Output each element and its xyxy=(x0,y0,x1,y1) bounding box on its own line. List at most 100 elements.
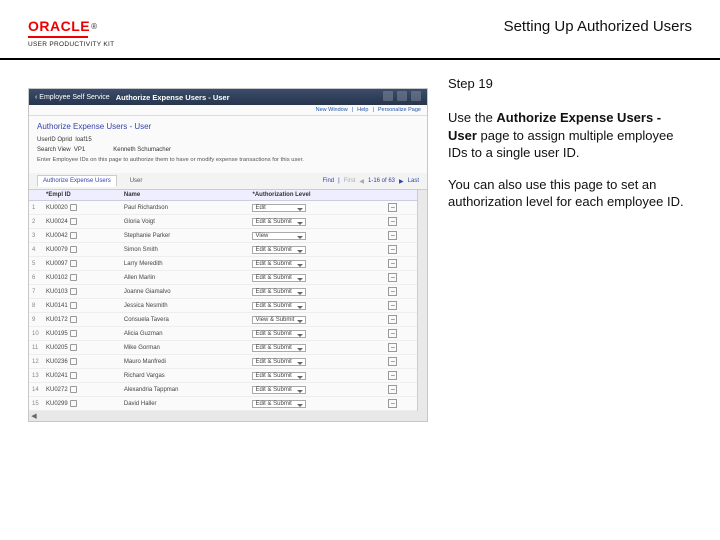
pager-first[interactable]: First xyxy=(344,178,356,184)
auth-level-select[interactable]: View & Submit xyxy=(252,316,306,324)
brand-text: ORACLE xyxy=(28,18,90,34)
lookup-icon[interactable] xyxy=(70,302,77,309)
instruction-p1: Use the Authorize Expense Users - User p… xyxy=(448,109,692,162)
lookup-icon[interactable] xyxy=(70,372,77,379)
lookup-icon[interactable] xyxy=(70,288,77,295)
table-row: 7KU0103Joanne GiamalvoEdit & Submit− xyxy=(29,285,417,299)
auth-users-table: *Empl ID Name *Authorization Level 1KU00… xyxy=(29,190,417,411)
page-title: Setting Up Authorized Users xyxy=(504,18,692,35)
userid-label: UserID Oprid xyxy=(37,137,72,143)
home-icon[interactable] xyxy=(383,91,393,101)
lookup-icon[interactable] xyxy=(70,344,77,351)
delete-row-button[interactable]: − xyxy=(388,245,397,254)
instruction-panel: Step 19 Use the Authorize Expense Users … xyxy=(448,64,692,422)
grid-tabs: Authorize Expense Users User Find | Firs… xyxy=(29,173,427,190)
auth-level-select[interactable]: View xyxy=(252,232,306,240)
auth-level-select[interactable]: Edit & Submit xyxy=(252,246,306,254)
lookup-icon[interactable] xyxy=(70,260,77,267)
find-link[interactable]: Find xyxy=(322,178,334,184)
pager-last[interactable]: Last xyxy=(408,178,419,184)
pager-next-icon[interactable]: ▶ xyxy=(399,178,404,185)
table-row: 13KU0241Richard VargasEdit & Submit− xyxy=(29,369,417,383)
auth-level-select[interactable]: Edit & Submit xyxy=(252,386,306,394)
lookup-icon[interactable] xyxy=(70,316,77,323)
col-level[interactable]: *Authorization Level xyxy=(249,190,385,201)
searchview-label: Search View xyxy=(37,147,71,153)
lookup-icon[interactable] xyxy=(70,232,77,239)
lookup-icon[interactable] xyxy=(70,218,77,225)
app-titlebar: ‹ Employee Self Service Authorize Expens… xyxy=(29,89,427,105)
screen-title: Authorize Expense Users - User xyxy=(116,93,373,102)
brand-subtitle: USER PRODUCTIVITY KIT xyxy=(28,41,114,48)
instruction-p2: You can also use this page to set an aut… xyxy=(448,176,692,211)
lookup-icon[interactable] xyxy=(70,246,77,253)
auth-level-select[interactable]: Edit xyxy=(252,204,306,212)
delete-row-button[interactable]: − xyxy=(388,315,397,324)
lookup-icon[interactable] xyxy=(70,386,77,393)
table-row: 1KU0020Paul RichardsonEdit− xyxy=(29,201,417,215)
back-breadcrumb[interactable]: ‹ Employee Self Service xyxy=(35,94,110,101)
table-row: 3KU0042Stephanie ParkerView− xyxy=(29,229,417,243)
titlebar-icons xyxy=(379,91,421,103)
delete-row-button[interactable]: − xyxy=(388,385,397,394)
col-emplid[interactable]: *Empl ID xyxy=(43,190,121,201)
registered-mark: ® xyxy=(91,22,97,31)
table-row: 15KU0299David HallerEdit & Submit− xyxy=(29,397,417,411)
app-screenshot: ‹ Employee Self Service Authorize Expens… xyxy=(28,88,428,422)
auth-level-select[interactable]: Edit & Submit xyxy=(252,218,306,226)
brand-underline xyxy=(28,36,88,38)
table-row: 8KU0141Jessica NesmithEdit & Submit− xyxy=(29,299,417,313)
notifications-icon[interactable] xyxy=(411,91,421,101)
auth-level-select[interactable]: Edit & Submit xyxy=(252,274,306,282)
table-row: 4KU0079Simon SmithEdit & Submit− xyxy=(29,243,417,257)
delete-row-button[interactable]: − xyxy=(388,287,397,296)
auth-level-select[interactable]: Edit & Submit xyxy=(252,358,306,366)
pager-prev-icon[interactable]: ◀ xyxy=(359,178,364,185)
delete-row-button[interactable]: − xyxy=(388,259,397,268)
util-links: New Window| Help| Personalize Page xyxy=(29,105,427,116)
delete-row-button[interactable]: − xyxy=(388,329,397,338)
delete-row-button[interactable]: − xyxy=(388,357,397,366)
pager-range: 1-16 of 63 xyxy=(368,178,395,184)
page-heading: Authorize Expense Users - User xyxy=(37,122,419,131)
tab-user[interactable]: User xyxy=(125,176,148,186)
lookup-icon[interactable] xyxy=(70,400,77,407)
table-row: 10KU0195Alicia GuzmanEdit & Submit− xyxy=(29,327,417,341)
table-row: 11KU0205Mike GormanEdit & Submit− xyxy=(29,341,417,355)
table-row: 5KU0097Larry MeredithEdit & Submit− xyxy=(29,257,417,271)
lookup-icon[interactable] xyxy=(70,358,77,365)
auth-level-select[interactable]: Edit & Submit xyxy=(252,400,306,408)
delete-row-button[interactable]: − xyxy=(388,371,397,380)
delete-row-button[interactable]: − xyxy=(388,217,397,226)
new-window-link[interactable]: New Window xyxy=(316,107,348,113)
auth-level-select[interactable]: Edit & Submit xyxy=(252,288,306,296)
brand-logo: ORACLE® USER PRODUCTIVITY KIT xyxy=(28,18,114,48)
help-link[interactable]: Help xyxy=(357,107,368,113)
userid-value: loaf15 xyxy=(75,137,91,143)
header-divider xyxy=(0,58,720,60)
table-row: 9KU0172Consuela TaveraView & Submit− xyxy=(29,313,417,327)
auth-level-select[interactable]: Edit & Submit xyxy=(252,344,306,352)
auth-level-select[interactable]: Edit & Submit xyxy=(252,330,306,338)
delete-row-button[interactable]: − xyxy=(388,399,397,408)
nav-icon[interactable] xyxy=(397,91,407,101)
table-row: 14KU0272Alexandria TappmanEdit & Submit− xyxy=(29,383,417,397)
delete-row-button[interactable]: − xyxy=(388,301,397,310)
step-label: Step 19 xyxy=(448,76,692,91)
personalize-link[interactable]: Personalize Page xyxy=(378,107,421,113)
tab-authorize[interactable]: Authorize Expense Users xyxy=(37,175,117,187)
lookup-icon[interactable] xyxy=(70,204,77,211)
auth-level-select[interactable]: Edit & Submit xyxy=(252,372,306,380)
horizontal-scrollbar[interactable]: ◀ xyxy=(29,411,427,421)
delete-row-button[interactable]: − xyxy=(388,273,397,282)
delete-row-button[interactable]: − xyxy=(388,203,397,212)
table-row: 12KU0236Mauro ManfrediEdit & Submit− xyxy=(29,355,417,369)
auth-level-select[interactable]: Edit & Submit xyxy=(252,260,306,268)
lookup-icon[interactable] xyxy=(70,330,77,337)
vertical-scrollbar[interactable] xyxy=(417,190,427,411)
col-name[interactable]: Name xyxy=(121,190,250,201)
lookup-icon[interactable] xyxy=(70,274,77,281)
auth-level-select[interactable]: Edit & Submit xyxy=(252,302,306,310)
delete-row-button[interactable]: − xyxy=(388,343,397,352)
delete-row-button[interactable]: − xyxy=(388,231,397,240)
